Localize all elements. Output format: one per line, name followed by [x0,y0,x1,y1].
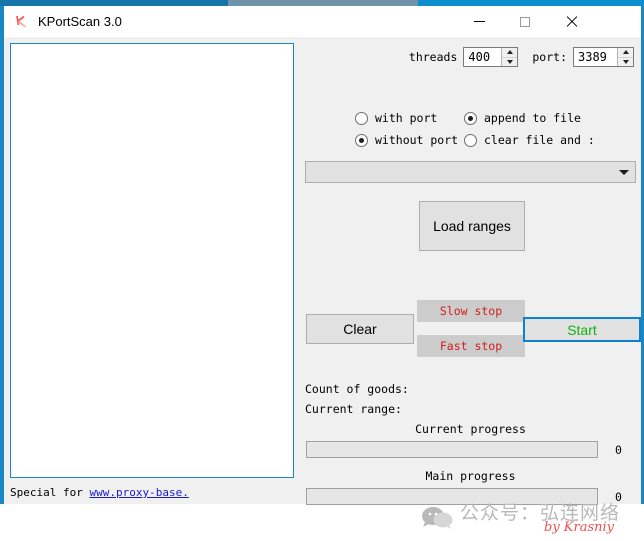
current-progress-value: 0 [615,443,622,457]
maximize-icon [520,16,530,27]
threads-spinner-up[interactable] [502,48,518,58]
radio-with-port-label: with port [375,111,438,125]
kportscan-window: KPortScan 3.0 Special for www.proxy-base… [0,0,644,535]
radio-append-to-file-indicator[interactable] [464,111,477,125]
radio-clear-file-label: clear file and : [484,133,595,147]
port-spinner-down[interactable] [618,58,633,67]
start-button[interactable]: Start [523,317,641,342]
load-ranges-button[interactable]: Load ranges [419,201,525,251]
threads-spinner[interactable]: 400 [463,47,519,67]
radio-append-to-file[interactable]: append to file [464,109,581,127]
wechat-icon [420,504,454,530]
threads-spinner-down[interactable] [502,58,517,67]
main-progress-caption: Main progress [425,469,516,483]
statusbar-prefix: Special for [10,486,90,499]
radio-with-port[interactable]: with port [355,109,437,127]
chevron-up-icon [506,50,513,55]
radio-clear-file[interactable]: clear file and : [464,131,595,149]
close-icon [565,16,577,28]
ranges-combobox[interactable] [305,161,636,183]
current-progress-bar [306,441,598,458]
radio-with-port-indicator[interactable] [355,111,368,125]
threads-label: threads [408,50,458,64]
radio-without-port-indicator[interactable] [355,133,368,147]
radio-clear-file-indicator[interactable] [464,133,477,147]
results-textarea[interactable] [10,43,294,478]
chevron-down-icon [622,59,629,64]
options-radio-group: with port without port append to file cl… [352,109,642,153]
main-progress-bar [306,488,598,505]
port-spinner-up[interactable] [618,48,633,58]
chevron-down-icon [506,59,513,64]
minimize-icon [473,21,485,22]
close-button[interactable] [548,6,594,37]
chevron-up-icon [622,50,629,55]
client-area: Special for www.proxy-base. threads 400 … [4,37,642,535]
port-label: port: [532,50,567,64]
threads-input[interactable]: 400 [464,48,501,66]
watermark-byline: by Krasniy [544,520,615,535]
port-spinner-arrows[interactable] [617,48,633,66]
chevron-down-icon[interactable] [613,169,635,175]
port-spinner[interactable]: 3389 [573,47,634,67]
current-progress-caption: Current progress [415,422,526,436]
radio-without-port[interactable]: without port [355,131,458,149]
minimize-button[interactable] [456,6,502,37]
clear-button[interactable]: Clear [306,314,414,344]
threads-port-row: threads 400 port: 3389 [304,45,634,69]
threads-spinner-arrows[interactable] [501,48,518,67]
k-logo-icon [12,12,32,32]
slow-stop-button[interactable]: Slow stop [417,300,525,322]
radio-append-to-file-label: append to file [484,111,581,125]
current-range-label: Current range: [305,402,402,416]
title-bar[interactable]: KPortScan 3.0 [4,6,641,38]
count-of-goods-label: Count of goods: [305,382,409,396]
radio-without-port-label: without port [375,133,459,147]
maximize-button[interactable] [502,6,548,37]
main-progress-value: 0 [615,490,622,504]
statusbar: Special for www.proxy-base. [10,484,310,502]
window-title: KPortScan 3.0 [38,14,122,29]
proxy-base-link[interactable]: www.proxy-base. [89,486,188,499]
fast-stop-button[interactable]: Fast stop [417,335,525,357]
port-input[interactable]: 3389 [574,48,617,66]
